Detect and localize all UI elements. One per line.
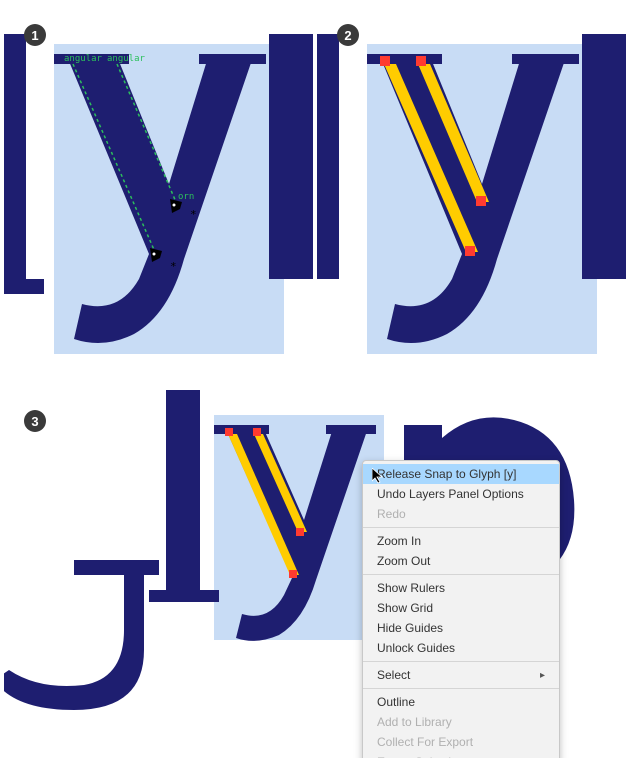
canvas-1[interactable] (4, 4, 313, 386)
menu-label: Redo (377, 507, 406, 521)
menu-item-zoom-out[interactable]: Zoom Out (363, 551, 559, 571)
menu-item-release-snap[interactable]: Release Snap to Glyph [y] (363, 464, 559, 484)
menu-item-redo: Redo (363, 504, 559, 524)
menu-label: Zoom In (377, 534, 421, 548)
anchor-asterisk: * (170, 260, 177, 273)
panel-3: 3 Release Snap to Glyph [y] Undo Layers … (4, 390, 626, 758)
anchor-label-angular: angular (107, 54, 145, 64)
menu-item-unlock-guides[interactable]: Unlock Guides (363, 638, 559, 658)
panel-1: 1 angular angular orn * * (4, 4, 313, 386)
menu-label: Select (377, 668, 410, 682)
step-badge-3: 3 (24, 410, 46, 432)
chevron-right-icon: ▸ (540, 670, 545, 681)
menu-item-add-library: Add to Library (363, 712, 559, 732)
step-badge-1: 1 (24, 24, 46, 46)
menu-label: Add to Library (377, 715, 452, 729)
menu-label: Show Grid (377, 601, 433, 615)
anchor-point[interactable] (465, 246, 475, 256)
menu-label: Unlock Guides (377, 641, 455, 655)
menu-item-collect-export: Collect For Export (363, 732, 559, 752)
anchor-point[interactable] (380, 56, 390, 66)
menu-separator (363, 527, 559, 528)
anchor-point[interactable] (253, 428, 261, 436)
menu-item-show-rulers[interactable]: Show Rulers (363, 578, 559, 598)
menu-label: Hide Guides (377, 621, 443, 635)
panel-2: 2 (317, 4, 626, 386)
menu-separator (363, 661, 559, 662)
context-menu: Release Snap to Glyph [y] Undo Layers Pa… (362, 460, 560, 758)
menu-separator (363, 574, 559, 575)
menu-item-hide-guides[interactable]: Hide Guides (363, 618, 559, 638)
menu-label: Zoom Out (377, 554, 430, 568)
menu-item-select[interactable]: Select ▸ (363, 665, 559, 685)
canvas-2[interactable] (317, 4, 626, 386)
step-badge-2: 2 (337, 24, 359, 46)
menu-item-zoom-in[interactable]: Zoom In (363, 531, 559, 551)
anchor-label-angular: angular (64, 54, 102, 64)
anchor-point[interactable] (296, 528, 304, 536)
menu-label: Show Rulers (377, 581, 445, 595)
menu-item-show-grid[interactable]: Show Grid (363, 598, 559, 618)
menu-label: Outline (377, 695, 415, 709)
anchor-point[interactable] (289, 570, 297, 578)
menu-item-undo[interactable]: Undo Layers Panel Options (363, 484, 559, 504)
anchor-point[interactable] (476, 196, 486, 206)
anchor-label-corner: orn (178, 192, 194, 202)
anchor-point[interactable] (416, 56, 426, 66)
anchor-asterisk: * (190, 208, 197, 221)
menu-separator (363, 688, 559, 689)
menu-item-outline[interactable]: Outline (363, 692, 559, 712)
menu-label: Collect For Export (377, 735, 473, 749)
menu-label: Undo Layers Panel Options (377, 487, 524, 501)
anchor-point[interactable] (225, 428, 233, 436)
menu-label: Export Selection... (377, 755, 474, 758)
menu-item-export-selection: Export Selection... (363, 752, 559, 758)
menu-label: Release Snap to Glyph [y] (377, 467, 516, 481)
